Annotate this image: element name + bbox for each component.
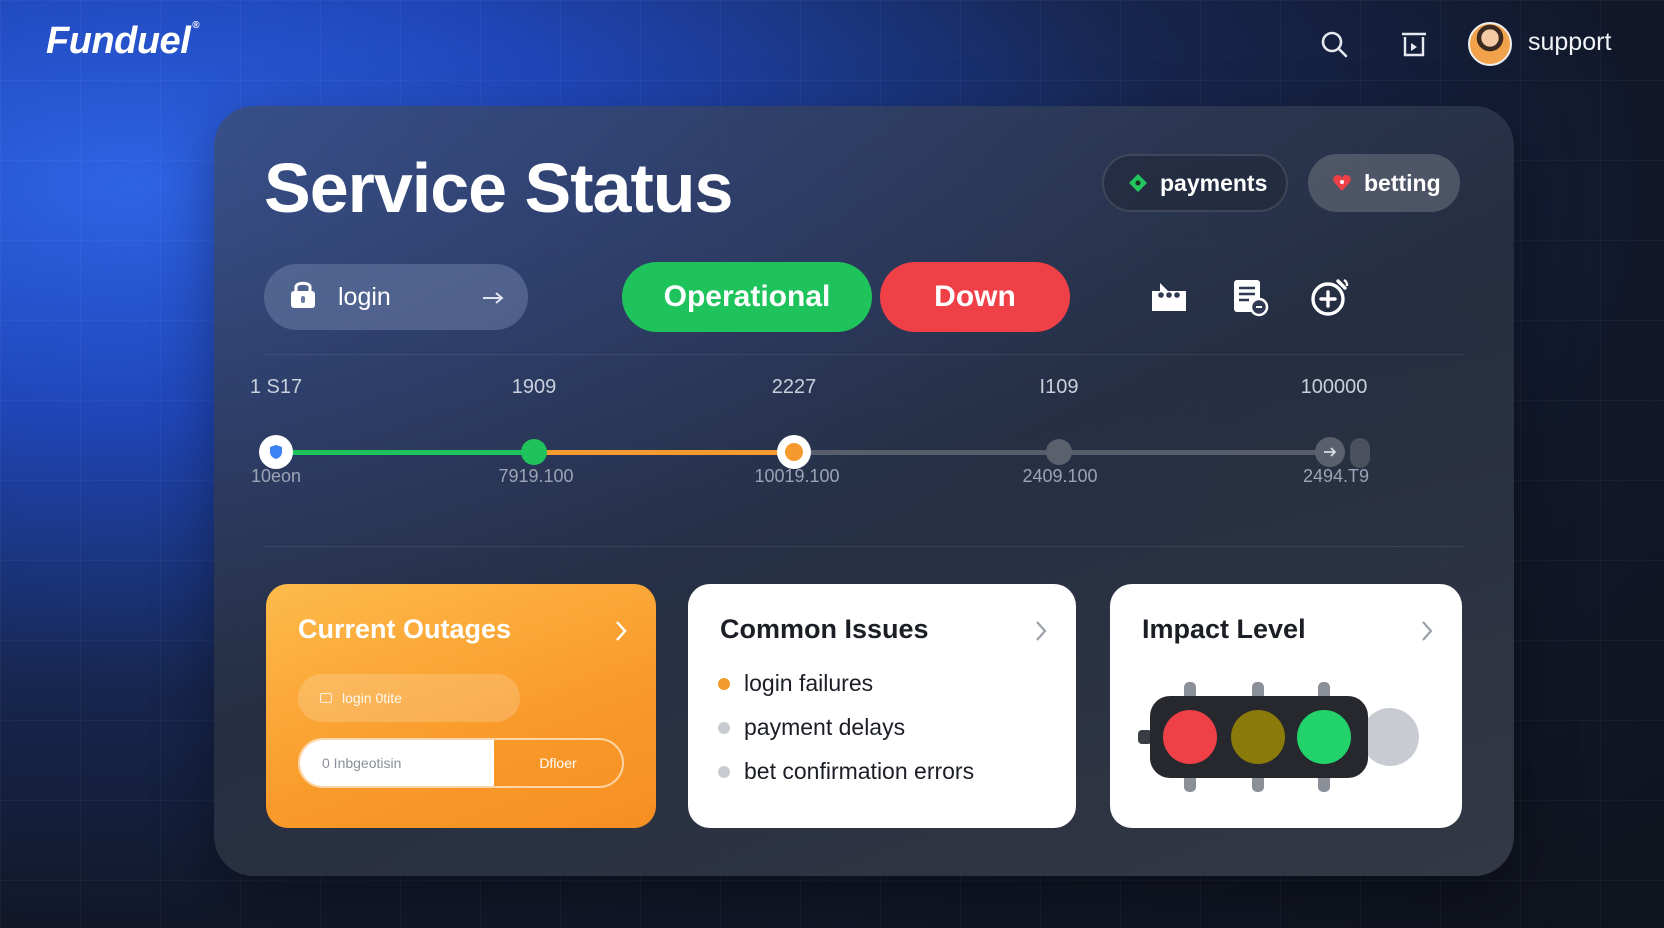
bullet-icon [718,677,730,690]
bullet-icon [718,721,730,734]
timeline-bottom-label: 10eon [250,466,302,486]
user-label[interactable]: support [1528,28,1611,57]
share-icon[interactable] [1394,24,1434,64]
report-icon[interactable] [1224,272,1274,322]
timeline-segment-green [276,450,534,455]
card-title: Current Outages [298,614,512,644]
timeline-next-icon[interactable] [1315,437,1345,467]
brand-mark: ® [192,20,200,31]
outage-input[interactable]: 0 Inbgeotisin [300,740,494,786]
brand-name: Funduel [46,20,191,62]
timeline-node-current[interactable] [777,435,811,469]
traffic-light-icon [1138,682,1419,792]
outage-search: 0 Inbgeotisin Dfloer [298,738,624,788]
brand-logo[interactable]: Funduel ® [46,20,200,63]
issue-item[interactable]: login failures [718,670,873,697]
timeline-bottom-label: 7919.100 [498,466,574,486]
timeline-top-label: 100000 [1300,376,1368,398]
divider [264,354,1464,355]
top-bar: Funduel ® support [0,0,1664,90]
tag-betting[interactable]: betting [1308,154,1460,212]
timeline-top-label: 2227 [771,376,817,398]
issue-label: login failures [744,670,874,696]
card-title: Impact Level [1142,614,1306,644]
common-issues-card[interactable]: Common Issues login failures payment del… [688,584,1076,828]
down-button[interactable]: Down [880,262,1070,332]
operational-button[interactable]: Operational [622,262,872,332]
timeline-top-label: I109 [1039,376,1079,398]
service-selector-label: login [338,282,391,311]
timeline-scroll-handle[interactable] [1350,438,1370,468]
checkbox-icon [320,693,332,703]
lock-icon [288,278,318,317]
tag-payments-label: payments [1160,169,1268,196]
timeline-bottom-label: 2409.100 [1022,466,1098,486]
heart-icon [1332,173,1352,193]
outage-filter-button[interactable]: Dfloer [494,740,622,786]
timeline-bottom-label: 10019.100 [754,466,840,486]
tag-betting-label: betting [1364,169,1441,196]
card-title: Common Issues [720,614,929,644]
impact-level-card[interactable]: Impact Level [1110,584,1462,828]
tag-payments[interactable]: payments [1102,154,1288,212]
diamond-icon [1128,173,1148,193]
divider [264,546,1464,547]
chevron-right-icon[interactable] [614,620,628,647]
issue-item[interactable]: payment delays [718,714,905,741]
service-selector[interactable]: login [264,264,528,330]
timeline-node[interactable] [1046,439,1072,465]
outage-field-text: login 0tite [342,690,402,706]
search-icon[interactable] [1314,24,1354,64]
current-outages-card[interactable]: Current Outages login 0tite 0 Inbgeotisi… [266,584,656,828]
arrow-right-icon [482,283,504,312]
chevron-right-icon[interactable] [1420,620,1434,647]
timeline-top-label: 1909 [511,376,557,398]
issue-label: payment delays [744,714,906,740]
timeline-node[interactable] [521,439,547,465]
page-title: Service Status [264,149,733,227]
avatar[interactable] [1468,22,1512,66]
issue-item[interactable]: bet confirmation errors [718,758,974,785]
chat-icon[interactable] [1144,272,1194,322]
chevron-right-icon[interactable] [1034,620,1048,647]
timeline-node-start[interactable] [259,435,293,469]
outage-field[interactable]: login 0tite [298,674,520,722]
timeline-segment-orange [534,450,794,455]
bullet-icon [718,765,730,778]
timeline-bottom-label: 2494.T9 [1302,466,1370,486]
timeline-top-label: 1 S17 [249,376,303,398]
issue-label: bet confirmation errors [744,758,975,784]
service-status-panel: Service Status payments betting login Op… [214,106,1514,876]
add-alarm-icon[interactable] [1304,272,1354,322]
